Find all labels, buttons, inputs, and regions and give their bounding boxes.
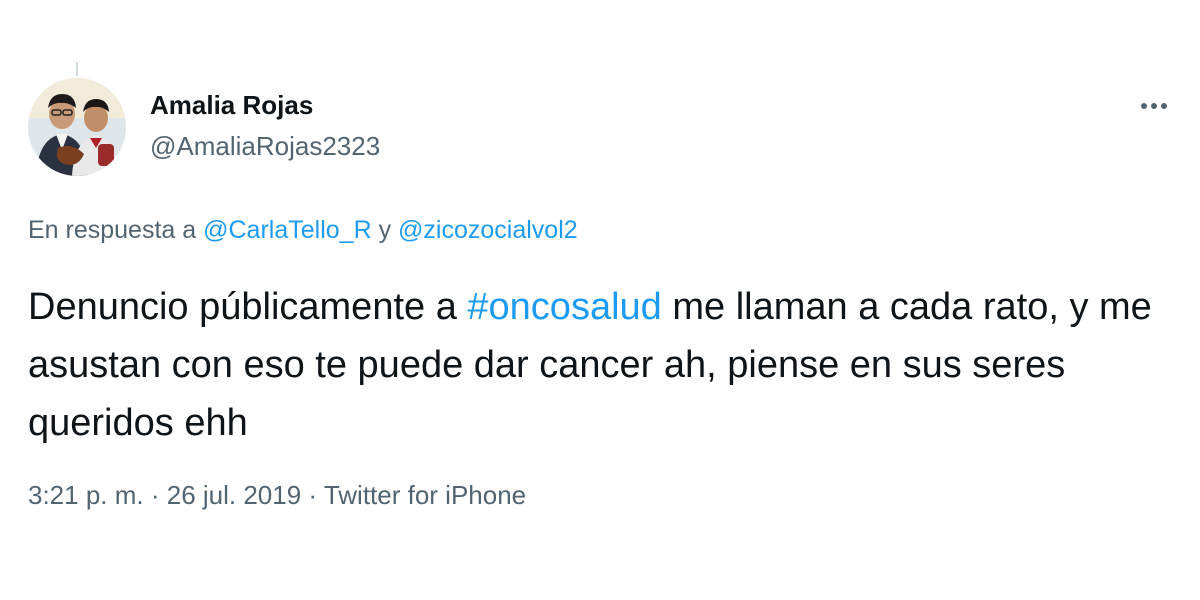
reply-prefix: En respuesta a bbox=[28, 216, 204, 244]
tweet-source-link[interactable]: Twitter for iPhone bbox=[324, 480, 526, 510]
reply-mention-zicozocial[interactable]: @zicozocialvol2 bbox=[398, 216, 578, 244]
tweet-date: 26 jul. 2019 bbox=[166, 480, 302, 510]
meta-separator: · bbox=[301, 480, 324, 510]
tweet-time: 3:21 p. m. bbox=[28, 480, 144, 510]
reply-context: En respuesta a @CarlaTello_R y @zicozoci… bbox=[28, 216, 578, 245]
author-display-name[interactable]: Amalia Rojas bbox=[150, 90, 313, 121]
tweet-time-link[interactable]: 3:21 p. m. · 26 jul. 2019 bbox=[28, 480, 301, 510]
avatar-image bbox=[28, 78, 126, 176]
tweet-metadata: 3:21 p. m. · 26 jul. 2019 · Twitter for … bbox=[28, 480, 526, 511]
reply-mention-carlatello[interactable]: @CarlaTello_R bbox=[203, 216, 372, 244]
tweet-text-part-1: Denuncio públicamente a bbox=[28, 286, 468, 328]
more-options-button[interactable] bbox=[1132, 90, 1176, 122]
hashtag-oncosalud[interactable]: #oncosalud bbox=[467, 286, 661, 328]
meta-separator: · bbox=[143, 480, 167, 510]
more-horizontal-icon bbox=[1141, 103, 1167, 109]
reply-connector: y bbox=[371, 216, 399, 244]
avatar[interactable] bbox=[28, 78, 126, 176]
thread-connector-line bbox=[76, 62, 78, 76]
author-handle[interactable]: @AmaliaRojas2323 bbox=[150, 131, 380, 162]
tweet-text: Denuncio públicamente a #oncosalud me ll… bbox=[28, 278, 1173, 452]
